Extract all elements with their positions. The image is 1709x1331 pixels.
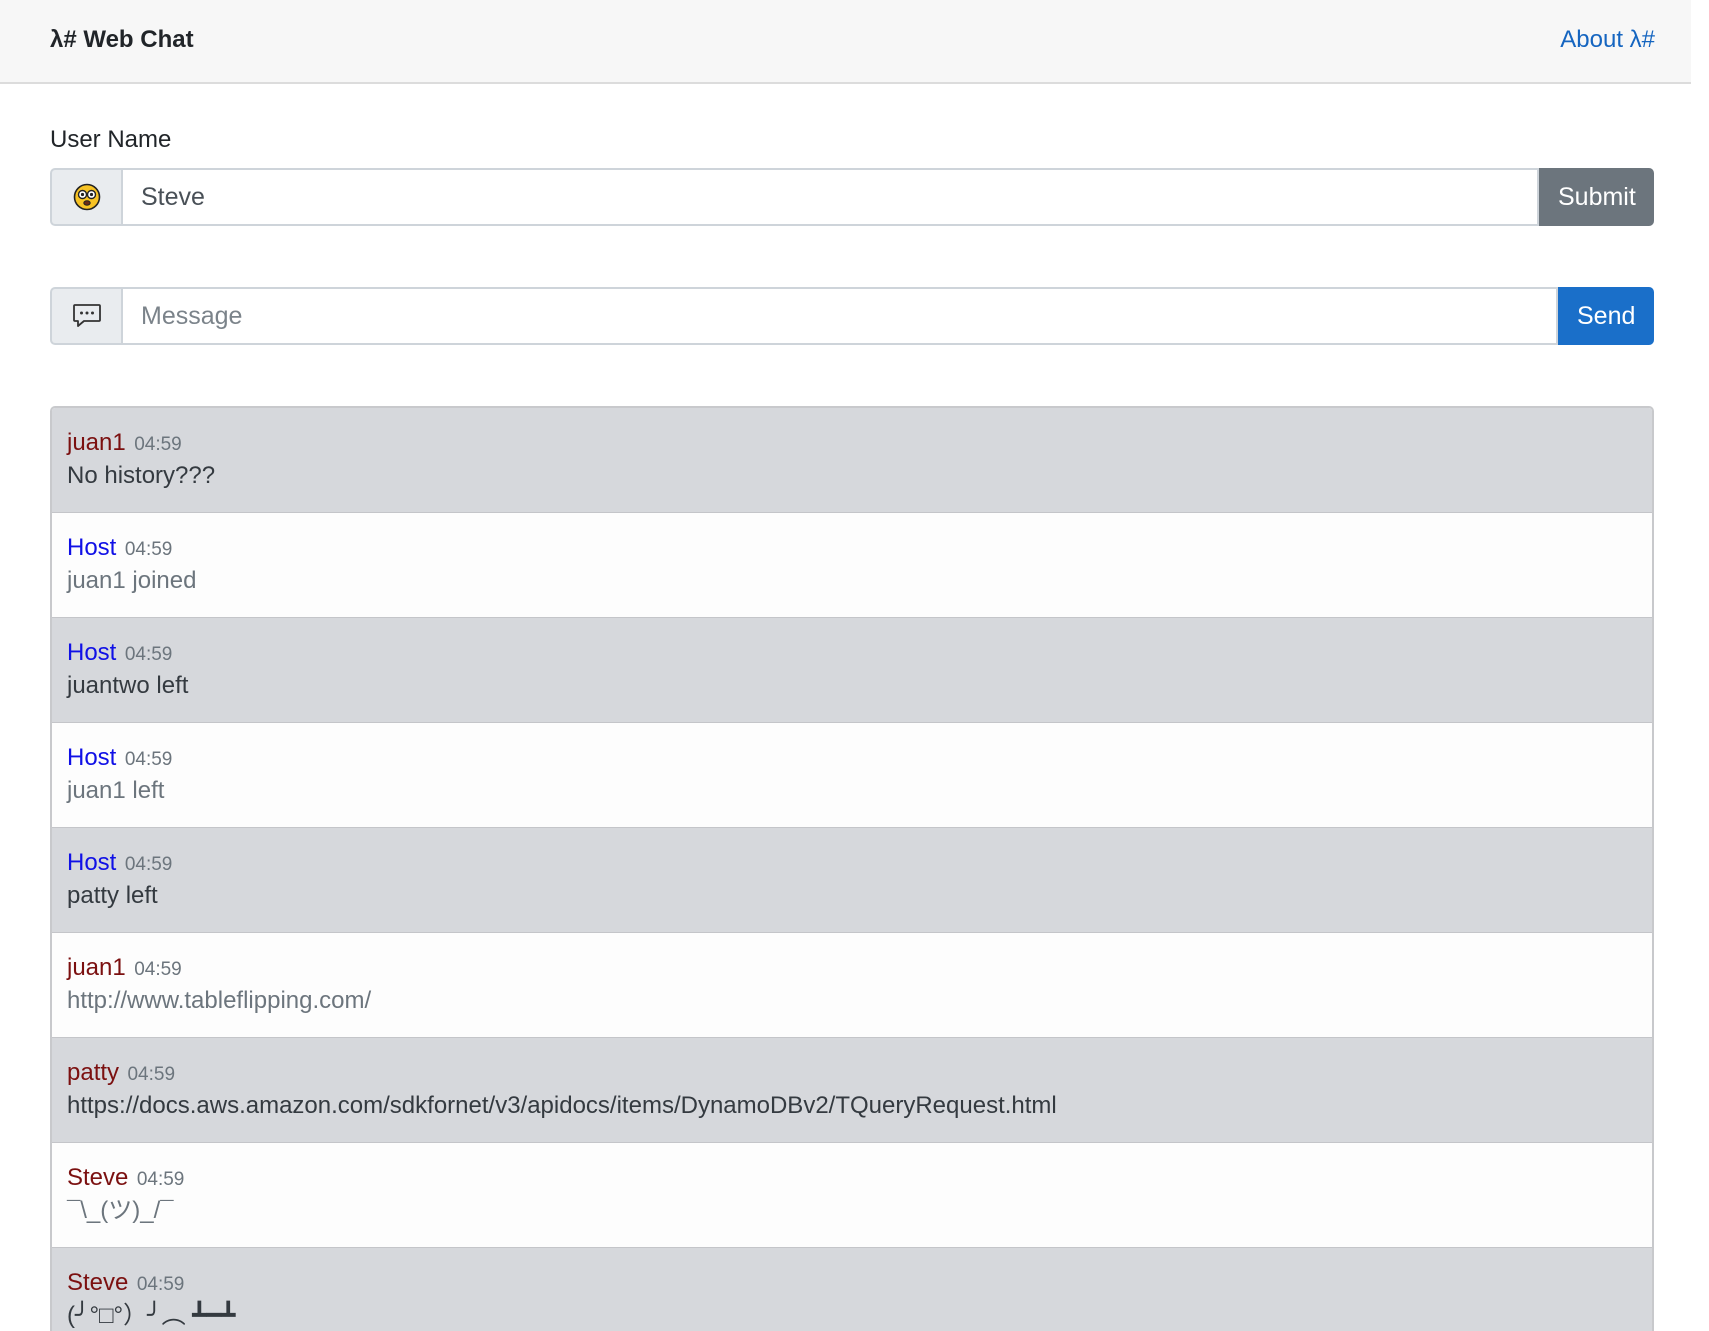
message-time: 04:59 [127, 1064, 176, 1085]
message-author: Steve [67, 1269, 129, 1296]
message-header: patty 04:59 [67, 1058, 1637, 1088]
message-item: Host 04:59 patty left [52, 828, 1652, 933]
message-time: 04:59 [134, 434, 182, 455]
message-text: juantwo left [67, 672, 189, 699]
navbar: λ# Web Chat About λ# [0, 0, 1691, 84]
message-header: juan1 04:59 [67, 428, 1637, 458]
user-name-group: Submit [50, 168, 1654, 226]
message-icon-addon [50, 287, 121, 345]
message-text: patty left [67, 882, 158, 909]
message-list[interactable]: juan1 04:59 No history??? Host 04:59 juan1 … [50, 406, 1654, 1331]
message-text: juan1 joined [67, 567, 197, 594]
message-item: Host 04:59 juan1 left [52, 723, 1652, 828]
message-header: Host 04:59 [67, 638, 1637, 668]
message-input[interactable] [121, 287, 1558, 345]
message-item: Host 04:59 juan1 joined [52, 513, 1652, 618]
message-time: 04:59 [124, 749, 173, 770]
message-author: Steve [67, 1164, 129, 1191]
message-text: No history??? [67, 462, 216, 489]
message-text: http://www.tableflipping.com/ [67, 987, 372, 1014]
message-time: 04:59 [134, 959, 182, 980]
message-author: Host [67, 849, 117, 876]
message-header: Steve 04:59 [67, 1268, 1637, 1298]
message-item: Host 04:59 juantwo left [52, 618, 1652, 723]
message-item: juan1 04:59 http://www.tableflipping.com/ [52, 933, 1652, 1038]
message-author: Host [67, 639, 117, 666]
message-author: patty [67, 1059, 120, 1086]
message-header: Host 04:59 [67, 848, 1637, 878]
message-author: Host [67, 744, 117, 771]
message-group: Send [50, 287, 1654, 345]
submit-button[interactable]: Submit [1539, 168, 1654, 226]
message-text: (╯°□°）╯︵ ┻━┻ [67, 1302, 236, 1329]
message-header: juan1 04:59 [67, 953, 1637, 983]
message-header: Host 04:59 [67, 743, 1637, 773]
message-item: patty 04:59 https://docs.aws.amazon.com/s… [52, 1038, 1652, 1143]
message-header: Steve 04:59 [67, 1163, 1637, 1193]
message-text: juan1 left [67, 777, 165, 804]
user-name-label: User Name [50, 126, 172, 153]
send-button[interactable]: Send [1558, 287, 1654, 345]
message-header: Host 04:59 [67, 533, 1637, 563]
message-item: juan1 04:59 No history??? [52, 408, 1652, 513]
message-time: 04:59 [124, 854, 173, 875]
message-text: https://docs.aws.amazon.com/sdkfornet/v3… [67, 1092, 1057, 1119]
about-link[interactable]: About λ# [1560, 24, 1655, 56]
speech-bubble-icon [72, 304, 101, 327]
message-item: Steve 04:59 (╯°□°）╯︵ ┻━┻ [52, 1248, 1652, 1331]
message-time: 04:59 [136, 1274, 185, 1295]
face-emoji-icon [73, 183, 100, 211]
message-text: ¯\_(ツ)_/¯ [67, 1197, 174, 1224]
message-time: 04:59 [124, 539, 173, 560]
message-author: Host [67, 534, 117, 561]
message-time: 04:59 [136, 1169, 185, 1190]
user-avatar-addon [50, 168, 121, 226]
brand-title[interactable]: λ# Web Chat [50, 24, 194, 56]
message-author: juan1 [67, 954, 126, 981]
message-time: 04:59 [124, 644, 173, 665]
message-author: juan1 [67, 429, 126, 456]
user-name-input[interactable] [121, 168, 1539, 226]
message-item: Steve 04:59 ¯\_(ツ)_/¯ [52, 1143, 1652, 1248]
